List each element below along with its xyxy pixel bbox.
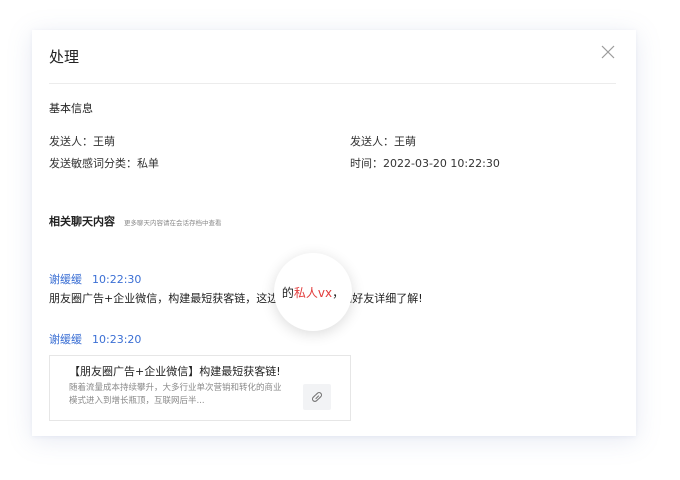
- link-card[interactable]: 【朋友圈广告+企业微信】构建最短获客链! 随着流量成本持续攀升，大多行业单次营销…: [49, 355, 351, 421]
- magnifier-suffix: ，: [332, 285, 345, 300]
- link-icon: [303, 384, 331, 410]
- message-time: 10:22:30: [92, 273, 142, 286]
- message-text: 朋友圈广告+企业微信，构建最短获客链，这边 追加好友详细了解!: [49, 290, 423, 306]
- close-icon[interactable]: [600, 44, 616, 60]
- message-meta: 谢缓缓 10:22:30: [49, 271, 141, 287]
- chat-hint: 更多聊天内容请在会话存档中查看: [124, 219, 222, 227]
- category-field: 发送敏感词分类：私单: [49, 157, 159, 170]
- message-sender[interactable]: 谢缓缓: [49, 333, 82, 346]
- message-sender[interactable]: 谢缓缓: [49, 273, 82, 286]
- link-card-title: 【朋友圈广告+企业微信】构建最短获客链!: [69, 365, 281, 378]
- link-card-desc: 随着流量成本持续攀升，大多行业单次营销和转化的商业模式进入到增长瓶顶，互联网后半…: [69, 383, 282, 406]
- sender-field: 发送人：王萌: [49, 135, 115, 148]
- sensitive-word-magnifier: 的私人vx，: [274, 253, 352, 331]
- chat-section-header: 相关聊天内容 更多聊天内容请在会话存档中查看: [49, 213, 222, 229]
- basic-info-title: 基本信息: [49, 102, 93, 115]
- message-text-before: 朋友圈广告+企业微信，构建最短获客链，这边: [49, 292, 279, 305]
- chat-section-title: 相关聊天内容: [49, 215, 115, 228]
- dialog-title: 处理: [49, 48, 80, 66]
- header-divider: [49, 83, 616, 84]
- sender-field-right: 发送人：王萌: [350, 135, 416, 148]
- message-meta: 谢缓缓 10:23:20: [49, 331, 141, 347]
- process-dialog: 处理 基本信息 发送人：王萌 发送人：王萌 发送敏感词分类：私单 时间：2022…: [32, 30, 636, 436]
- sensitive-word: 私人vx: [293, 285, 333, 300]
- time-field: 时间：2022-03-20 10:22:30: [350, 157, 500, 170]
- message-time: 10:23:20: [92, 333, 142, 346]
- magnifier-prefix: 的: [281, 285, 294, 300]
